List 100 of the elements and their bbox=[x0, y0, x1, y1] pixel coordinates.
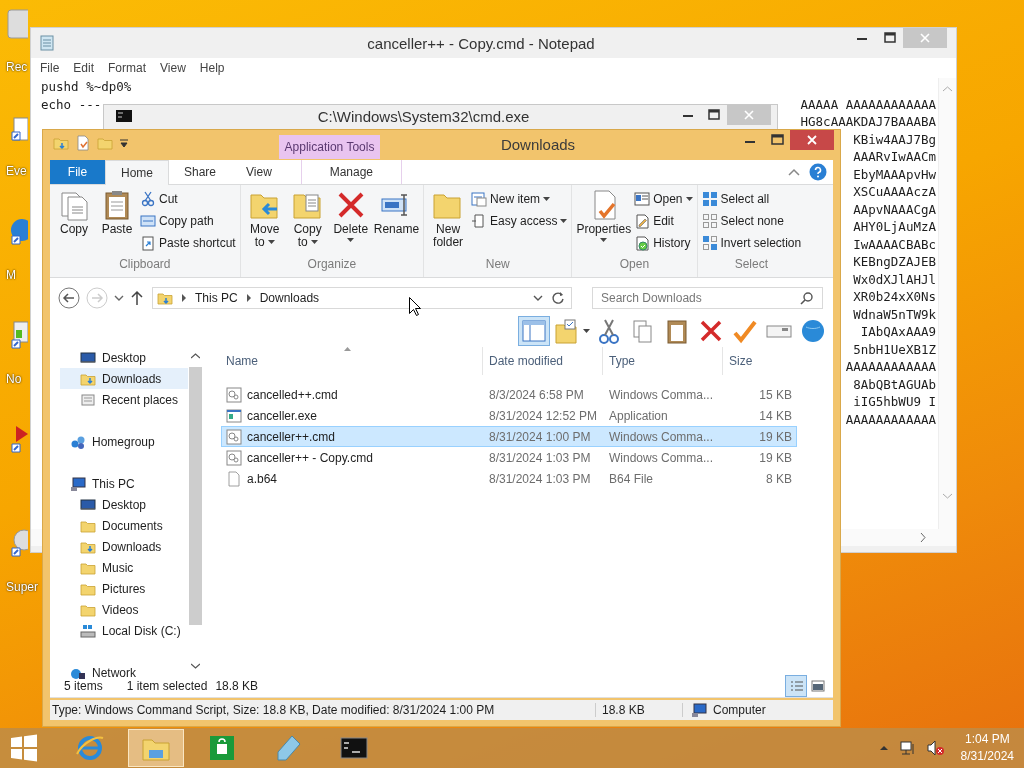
scroll-up-icon[interactable] bbox=[191, 353, 200, 359]
toolbar-button[interactable] bbox=[518, 316, 550, 346]
application-icon bbox=[226, 407, 242, 424]
ribbon-button[interactable]: History bbox=[634, 235, 693, 251]
folder-arrow-icon[interactable] bbox=[53, 135, 69, 151]
nav-item[interactable]: Pictures bbox=[60, 578, 188, 599]
breadcrumb[interactable]: Downloads bbox=[259, 291, 320, 305]
zone-label: Computer bbox=[713, 703, 766, 717]
ribbon-button[interactable]: Properties bbox=[576, 189, 632, 243]
date-cell-text: 8/31/2024 1:03 PM bbox=[488, 471, 592, 486]
customize-icon[interactable] bbox=[119, 138, 129, 148]
column-header[interactable]: Size bbox=[723, 347, 796, 375]
nav-item[interactable]: Downloads bbox=[60, 368, 188, 389]
text-line: Wx0dXJlAHJl bbox=[853, 270, 936, 288]
ribbon-button[interactable]: Paste bbox=[97, 189, 137, 236]
new-item-icon bbox=[471, 191, 488, 207]
ribbon-button[interactable]: New item bbox=[471, 191, 568, 207]
ribbon-button[interactable]: Copy to bbox=[287, 189, 328, 249]
scrollbar-thumb[interactable] bbox=[189, 367, 202, 625]
column-header[interactable]: Name bbox=[222, 347, 483, 375]
nav-item[interactable]: This PC bbox=[50, 473, 188, 494]
path-icon bbox=[140, 213, 156, 229]
nav-item[interactable]: Downloads bbox=[60, 536, 188, 557]
file-row[interactable]: canceller.exe 8/31/2024 12:52 PM Application 14 KB bbox=[221, 405, 797, 426]
menu-item[interactable]: Edit bbox=[73, 61, 95, 75]
nav-item[interactable]: Videos bbox=[60, 599, 188, 620]
file-row[interactable]: canceller++ - Copy.cmd 8/31/2024 1:03 PM Windows Comma... 19 KB bbox=[221, 447, 797, 468]
text-line: IwAAAACBABc bbox=[853, 235, 936, 253]
text-line: AAARvIwAACm bbox=[853, 148, 936, 166]
ribbon-button[interactable]: Delete bbox=[330, 189, 371, 243]
nav-item[interactable]: Desktop bbox=[60, 347, 188, 368]
scroll-right-icon[interactable] bbox=[920, 533, 926, 542]
breadcrumb[interactable]: This PC bbox=[195, 291, 238, 305]
window-title: canceller++ - Copy.cmd - Notepad bbox=[366, 34, 596, 52]
ribbon-button[interactable]: Select all bbox=[701, 191, 802, 207]
icon-label: No bbox=[6, 372, 22, 386]
text-line: XR0b24xX0Ns bbox=[853, 288, 936, 306]
group-label: Organize bbox=[306, 257, 358, 273]
ribbon-button[interactable]: Copy path bbox=[140, 213, 236, 229]
network-icon[interactable] bbox=[898, 740, 917, 756]
dropdown-icon[interactable] bbox=[533, 295, 543, 301]
speaker-muted-icon[interactable] bbox=[926, 740, 945, 756]
menu-item[interactable]: Format bbox=[108, 61, 147, 75]
column-header[interactable]: Date modified bbox=[483, 347, 603, 375]
up-icon[interactable] bbox=[130, 290, 144, 306]
nav-item[interactable]: Music bbox=[60, 557, 188, 578]
ribbon-button[interactable]: Copy bbox=[54, 189, 94, 236]
ribbon-tab[interactable]: Home bbox=[105, 160, 169, 185]
ribbon-button[interactable]: Cut bbox=[140, 191, 236, 207]
ribbon-button[interactable]: Easy access bbox=[471, 213, 568, 229]
history-icon bbox=[634, 235, 651, 251]
ribbon-tab[interactable]: Manage bbox=[300, 160, 402, 184]
help-icon[interactable] bbox=[809, 163, 827, 181]
file-row[interactable]: canceller++.cmd 8/31/2024 1:00 PM Windows Comma... 19 KB bbox=[221, 426, 797, 447]
window-title: Downloads bbox=[499, 135, 577, 155]
icon-label: M bbox=[6, 268, 16, 282]
nav-item[interactable]: Documents bbox=[60, 515, 188, 536]
nav-item[interactable]: Local Disk (C:) bbox=[60, 620, 188, 641]
menu-item[interactable]: File bbox=[40, 61, 60, 75]
file-row[interactable]: a.b64 8/31/2024 1:03 PM B64 File 8 KB bbox=[221, 468, 797, 489]
scroll-down-icon[interactable] bbox=[191, 663, 200, 669]
column-header[interactable]: Type bbox=[603, 347, 723, 375]
ribbon-tab[interactable]: Share bbox=[169, 160, 232, 184]
show-hidden-icon[interactable] bbox=[878, 745, 889, 751]
select-all-icon bbox=[701, 191, 718, 207]
back-icon[interactable] bbox=[58, 287, 80, 309]
ribbon-button[interactable]: Select none bbox=[701, 213, 802, 229]
nav-item[interactable]: Homegroup bbox=[50, 431, 188, 452]
nav-item[interactable]: Desktop bbox=[60, 494, 188, 515]
start-icon[interactable] bbox=[10, 734, 38, 762]
text-line: XSCuAAAAczA bbox=[853, 183, 936, 201]
refresh-icon[interactable] bbox=[551, 291, 565, 305]
ribbon-button[interactable]: Rename bbox=[373, 189, 420, 236]
selection-info: 1 item selected bbox=[126, 679, 208, 693]
ribbon-tab[interactable]: View bbox=[231, 160, 287, 184]
ribbon-button[interactable]: Invert selection bbox=[701, 235, 802, 251]
toolbar-button[interactable] bbox=[552, 316, 591, 346]
document-icon[interactable] bbox=[75, 135, 91, 151]
file-name: canceller++.cmd bbox=[247, 429, 336, 444]
ribbon-button[interactable]: Move to bbox=[244, 189, 285, 249]
ribbon-button[interactable]: Edit bbox=[634, 213, 693, 229]
nav-item[interactable]: Recent places bbox=[60, 389, 188, 410]
ribbon-button[interactable]: New folder bbox=[428, 189, 469, 249]
ribbon-button[interactable]: Paste shortcut bbox=[140, 235, 236, 251]
menu-item[interactable]: Help bbox=[199, 61, 225, 75]
copy-icon bbox=[58, 189, 90, 221]
address-bar[interactable]: This PC Downloads bbox=[152, 287, 572, 309]
file-row[interactable]: cancelled++.cmd 8/3/2024 6:58 PM Windows Comma... 15 KB bbox=[221, 384, 797, 405]
dropdown-icon[interactable] bbox=[114, 295, 124, 301]
search-field[interactable]: Search Downloads bbox=[592, 287, 823, 309]
collapse-icon[interactable] bbox=[787, 167, 801, 177]
text-line: KEBngDZAJEB bbox=[853, 253, 936, 271]
computer-icon bbox=[70, 475, 86, 492]
selection-size: 18.8 KB bbox=[215, 679, 259, 693]
icon-label: Super bbox=[6, 580, 39, 594]
size-cell-text: 19 KB bbox=[758, 429, 793, 444]
menu-item[interactable]: View bbox=[160, 61, 186, 75]
ribbon-tab[interactable]: File bbox=[50, 160, 105, 184]
ribbon-button[interactable]: Open bbox=[634, 191, 693, 207]
close-icon[interactable] bbox=[790, 130, 834, 150]
